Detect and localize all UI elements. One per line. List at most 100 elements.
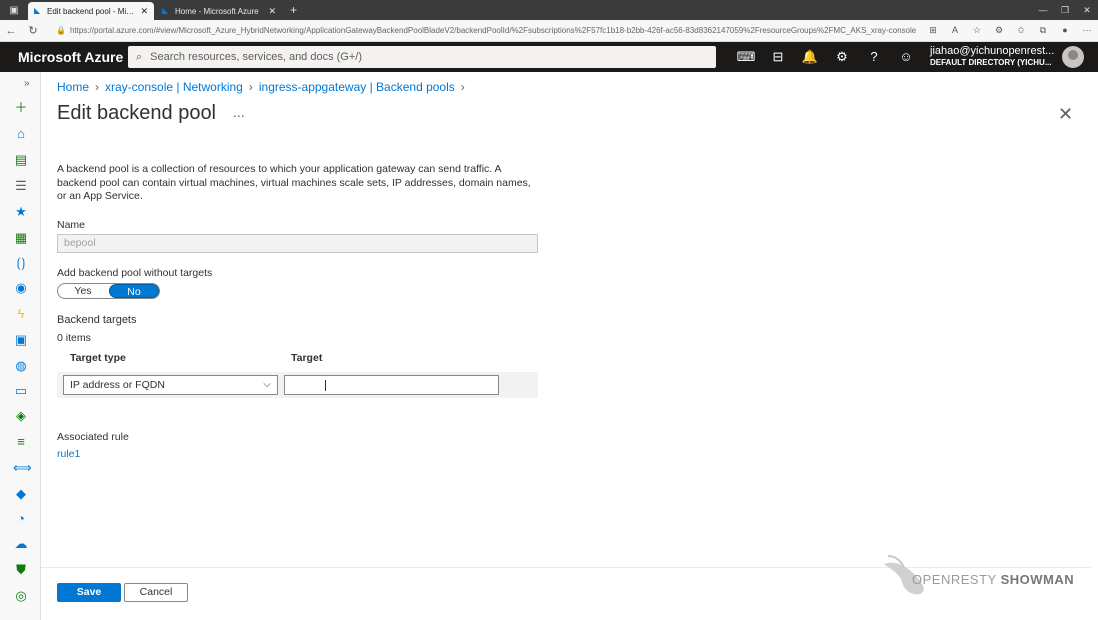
browser-menu-icon[interactable]: ⋯ <box>1076 25 1098 36</box>
lock-icon: 🔒 <box>56 25 66 35</box>
chevron-right-icon: › <box>95 80 100 94</box>
settings-gear-icon[interactable]: ⚙ <box>826 49 858 65</box>
page-title: Edit backend pool <box>57 102 217 124</box>
name-label: Name <box>57 219 86 231</box>
account-directory: DEFAULT DIRECTORY (YICHU... <box>930 58 1052 67</box>
associated-rule-label: Associated rule <box>57 431 129 443</box>
column-target-type: Target type <box>70 352 126 364</box>
close-tab-icon[interactable]: ✕ <box>140 6 148 17</box>
close-blade-icon[interactable]: ✕ <box>1058 104 1073 125</box>
function-app-icon[interactable]: ϟ <box>13 306 29 322</box>
back-icon[interactable]: ← <box>0 25 22 37</box>
dashboard-icon[interactable]: ▤ <box>13 152 29 168</box>
directory-filter-icon[interactable]: ⊟ <box>762 49 794 65</box>
toggle-no-option[interactable]: No <box>109 284 159 298</box>
breadcrumb-home[interactable]: Home <box>57 80 89 94</box>
chevron-right-icon: › <box>248 80 253 94</box>
favorites-star-icon[interactable]: ★ <box>13 204 29 220</box>
azure-favicon-icon: ◣ <box>34 6 41 15</box>
apps-icon[interactable]: ⊞ <box>922 25 944 36</box>
tab-title: Edit backend pool - Microsoft Azure <box>47 6 136 16</box>
account-info[interactable]: jiahao@yichunopenrest... DEFAULT DIRECTO… <box>930 46 1054 68</box>
no-targets-toggle: Yes No <box>57 283 160 299</box>
profile-icon[interactable]: ● <box>1054 25 1076 36</box>
load-balancers-icon[interactable]: ◈ <box>13 408 29 424</box>
tab-title: Home - Microsoft Azure <box>175 6 259 16</box>
items-count: 0 items <box>57 332 91 344</box>
toggle-yes-option[interactable]: Yes <box>58 285 108 297</box>
url-field[interactable]: 🔒 https://portal.azure.com/#view/Microsof… <box>50 23 916 39</box>
all-services-icon[interactable]: ☰ <box>13 178 29 194</box>
text-cursor <box>325 380 326 391</box>
target-input[interactable] <box>284 375 499 395</box>
watermark-part2: SHOWMAN <box>1000 572 1075 587</box>
expand-menu-icon[interactable]: » <box>24 78 30 89</box>
cancel-button[interactable]: Cancel <box>124 583 188 602</box>
virtual-networks-icon[interactable]: ⟺ <box>13 460 32 476</box>
virtual-machines-icon[interactable]: ▭ <box>13 383 29 399</box>
avatar[interactable] <box>1062 46 1085 68</box>
target-type-dropdown[interactable]: IP address or FQDN ⌵ <box>63 375 278 395</box>
chevron-down-icon: ⌵ <box>263 379 271 390</box>
target-type-value: IP address or FQDN <box>70 379 165 391</box>
home-icon[interactable]: ⌂ <box>13 126 29 142</box>
collections-icon[interactable]: ⧉ <box>1032 25 1054 36</box>
extensions-icon[interactable]: ⚙ <box>988 25 1010 36</box>
column-target: Target <box>291 352 323 364</box>
watermark-part1: OPENRESTY <box>912 572 997 587</box>
create-resource-icon[interactable]: ＋ <box>13 100 29 116</box>
favorites-bar-icon[interactable]: ✩ <box>1010 25 1032 36</box>
cloud-shell-icon[interactable]: ⌨ <box>730 49 762 65</box>
associated-rule-link[interactable]: rule1 <box>57 448 80 460</box>
search-icon: ⌕ <box>136 50 143 63</box>
save-button[interactable]: Save <box>57 583 121 602</box>
tab-edit-backend-pool[interactable]: ◣ Edit backend pool - Microsoft Azure ✕ <box>28 2 154 20</box>
watermark-text: OPENRESTY SHOWMAN <box>912 572 1074 587</box>
account-user: jiahao@yichunopenrest... <box>930 45 1055 57</box>
new-tab-button[interactable]: + <box>284 0 303 20</box>
address-bar-row: ← ↻ 🔒 https://portal.azure.com/#view/Micr… <box>0 20 1098 42</box>
close-window-icon[interactable]: ✕ <box>1076 0 1098 20</box>
azure-favicon-icon: ◣ <box>162 6 169 15</box>
browser-tab-bar: ▣ ◣ Edit backend pool - Microsoft Azure … <box>0 0 1098 20</box>
chevron-right-icon: › <box>460 80 465 94</box>
app-services-icon[interactable]: ◉ <box>13 280 29 296</box>
read-aloud-icon[interactable]: A <box>944 25 966 36</box>
backend-targets-heading: Backend targets <box>57 314 137 326</box>
breadcrumb-networking[interactable]: xray-console | Networking <box>105 80 243 94</box>
help-icon[interactable]: ? <box>858 49 890 65</box>
cost-management-icon[interactable]: ◎ <box>13 588 29 604</box>
notifications-icon[interactable]: 🔔 <box>794 49 826 65</box>
tab-home[interactable]: ◣ Home - Microsoft Azure ✕ <box>156 2 282 20</box>
maximize-icon[interactable]: ❐ <box>1054 0 1076 20</box>
cosmos-db-icon[interactable]: ◍ <box>13 358 29 374</box>
url-text: https://portal.azure.com/#view/Microsoft… <box>69 25 916 35</box>
sql-database-icon[interactable]: ▣ <box>13 332 29 348</box>
monitor-icon[interactable]: ◔ <box>13 511 29 527</box>
brand-label[interactable]: Microsoft Azure <box>0 49 126 65</box>
storage-accounts-icon[interactable]: ≡ <box>13 434 29 450</box>
azure-header: Microsoft Azure ⌕ Search resources, serv… <box>0 42 1098 72</box>
breadcrumb: Home › xray-console | Networking › ingress-a… <box>57 80 471 94</box>
window-controls: — ❐ ✕ <box>1032 0 1098 20</box>
entra-id-icon[interactable]: ◆ <box>13 486 29 502</box>
left-nav: » ＋ ⌂ ▤ ☰ ★ ▦ ⟮⟯ ◉ ϟ ▣ ◍ ▭ ◈ ≡ ⟺ ◆ ◔ ☁ ⛊… <box>0 72 41 620</box>
browser-toolbar: ⊞ A ☆ ⚙ ✩ ⧉ ● ⋯ <box>922 25 1098 36</box>
header-icons: ⌨ ⊟ 🔔 ⚙ ? ☺ <box>730 49 922 65</box>
search-placeholder: Search resources, services, and docs (G+… <box>150 51 363 63</box>
name-field: bepool <box>57 234 538 253</box>
more-options-icon[interactable]: ... <box>233 104 245 120</box>
favorite-icon[interactable]: ☆ <box>966 25 988 36</box>
window-menu-icon[interactable]: ▣ <box>0 0 28 20</box>
no-targets-label: Add backend pool without targets <box>57 267 213 279</box>
all-resources-icon[interactable]: ▦ <box>13 230 29 246</box>
defender-icon[interactable]: ⛊ <box>13 562 29 578</box>
minimize-icon[interactable]: — <box>1032 0 1054 20</box>
resource-groups-icon[interactable]: ⟮⟯ <box>13 255 29 271</box>
advisor-icon[interactable]: ☁ <box>13 536 29 552</box>
feedback-icon[interactable]: ☺ <box>890 49 922 65</box>
breadcrumb-backend-pools[interactable]: ingress-appgateway | Backend pools <box>259 80 455 94</box>
close-tab-icon[interactable]: ✕ <box>268 6 276 17</box>
refresh-icon[interactable]: ↻ <box>22 24 44 37</box>
global-search[interactable]: ⌕ Search resources, services, and docs (… <box>128 46 716 68</box>
